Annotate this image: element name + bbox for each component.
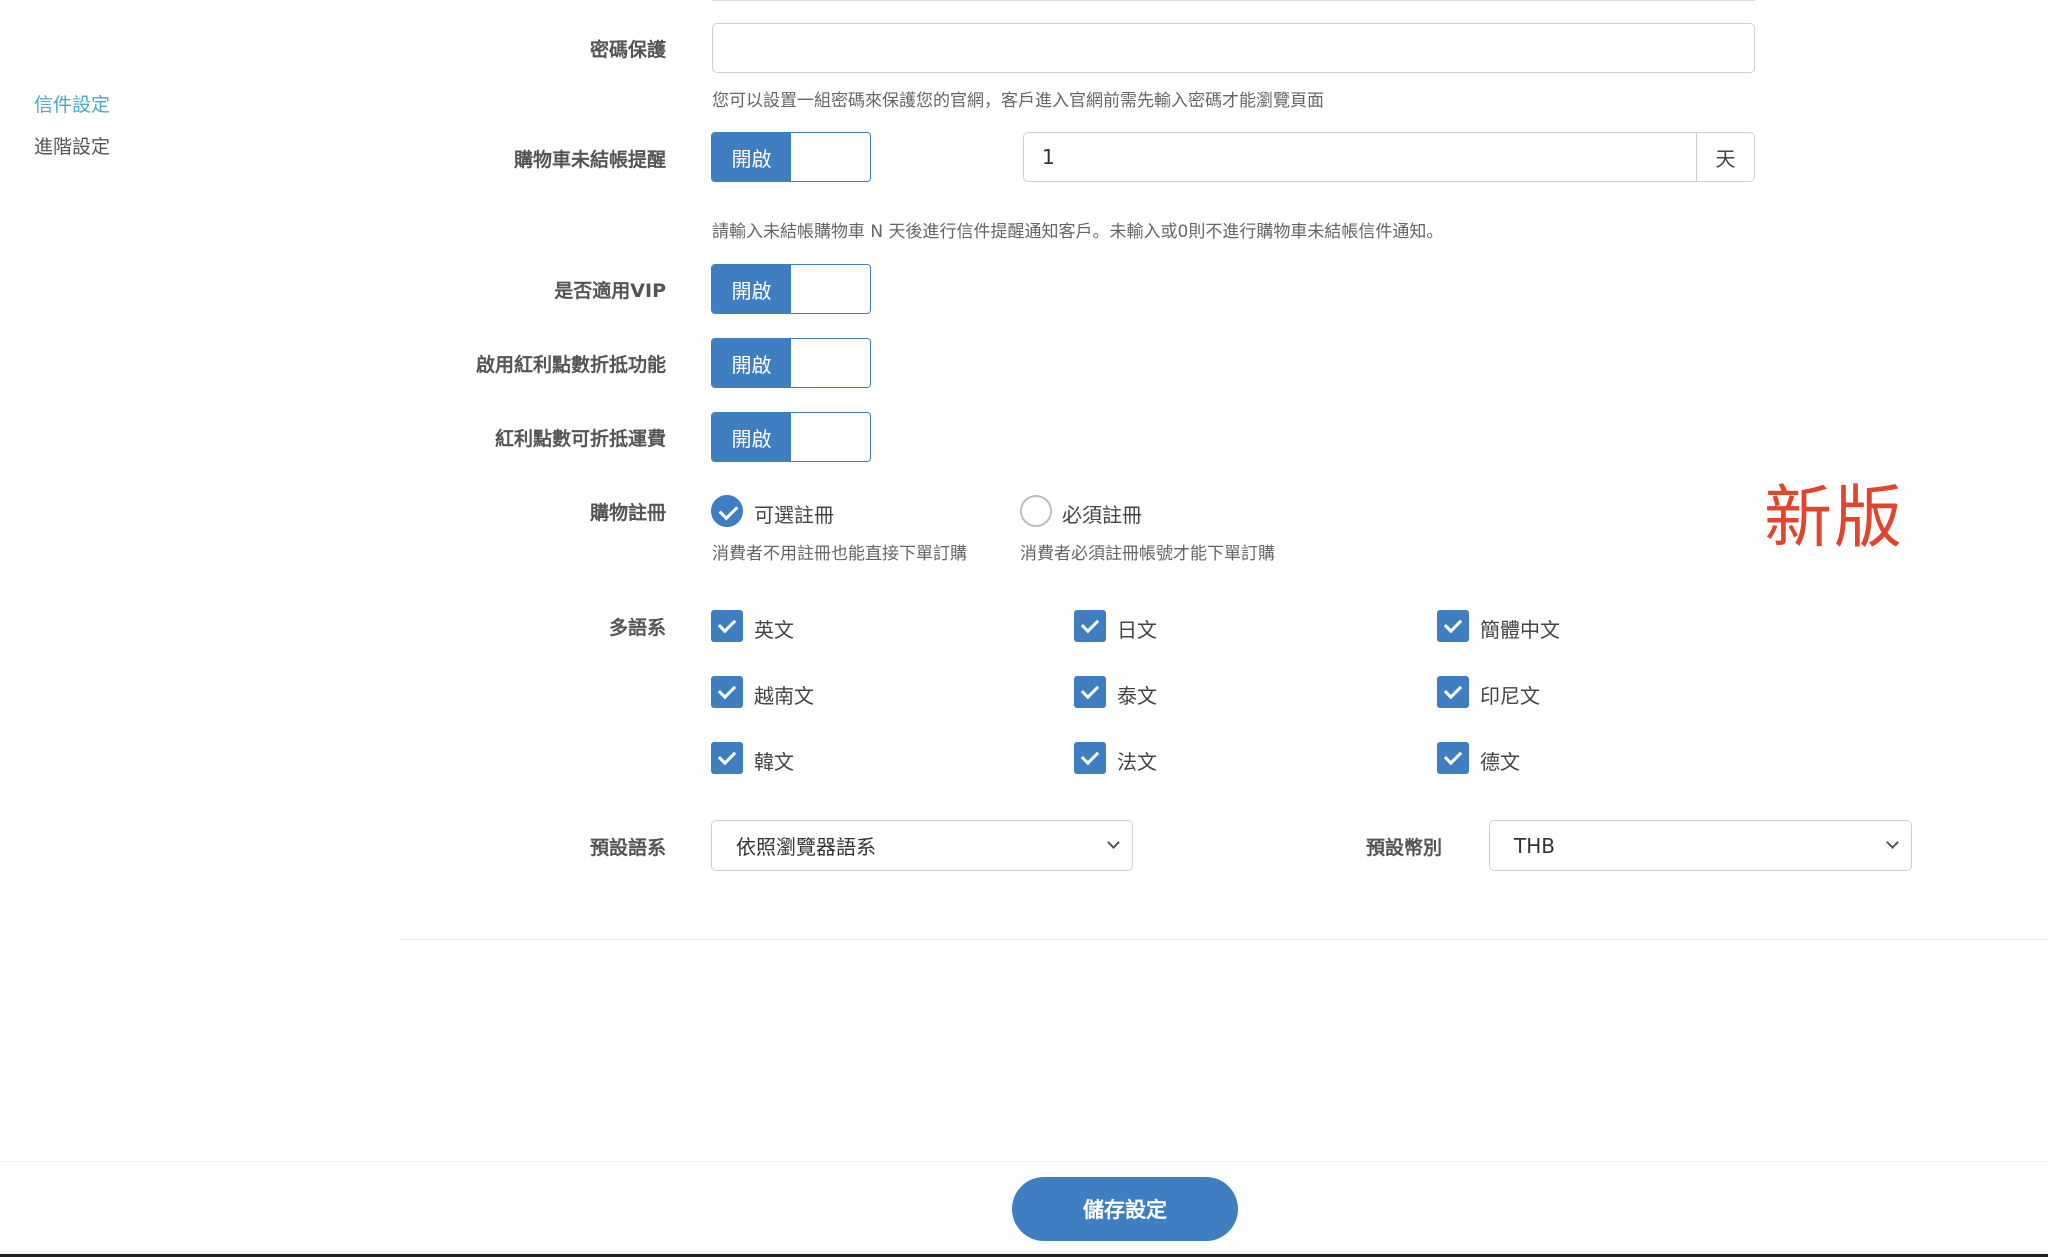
vip-toggle[interactable]: 開啟 bbox=[711, 264, 871, 314]
checkbox-thai[interactable] bbox=[1074, 676, 1106, 708]
new-version-annotation: 新版 bbox=[1764, 479, 1905, 558]
password-help: 您可以設置一組密碼來保護您的官網，客戶進入官網前需先輸入密碼才能瀏覽頁面 bbox=[712, 91, 1324, 111]
bonus-points-label: 啟用紅利點數折抵功能 bbox=[475, 354, 666, 376]
cart-reminder-help: 請輸入未結帳購物車 N 天後進行信件提醒通知客戶。未輸入或0則不進行購物車未結帳… bbox=[712, 222, 1444, 242]
toggle-off-area bbox=[791, 413, 870, 461]
checkbox-simplified-chinese[interactable] bbox=[1437, 610, 1469, 642]
cart-reminder-days-input[interactable]: 1 bbox=[1024, 133, 1696, 181]
language-label-french[interactable]: 法文 bbox=[1117, 746, 1157, 775]
default-currency-label: 預設幣別 bbox=[1366, 837, 1443, 859]
checkbox-vietnamese[interactable] bbox=[711, 676, 743, 708]
language-label-german[interactable]: 德文 bbox=[1480, 746, 1520, 775]
default-language-value: 依照瀏覽器語系 bbox=[736, 835, 876, 859]
toggle-off-area bbox=[791, 133, 870, 181]
toggle-on-label: 開啟 bbox=[712, 133, 791, 181]
language-label-simplified-chinese[interactable]: 簡體中文 bbox=[1480, 614, 1560, 643]
language-label-indonesian[interactable]: 印尼文 bbox=[1480, 680, 1540, 709]
save-button[interactable]: 儲存設定 bbox=[1012, 1177, 1238, 1241]
default-currency-value: THB bbox=[1514, 833, 1555, 858]
toggle-off-area bbox=[791, 265, 870, 313]
optional-registration-label[interactable]: 可選註冊 bbox=[754, 499, 834, 528]
form-bottom-divider bbox=[400, 939, 2048, 940]
language-label-thai[interactable]: 泰文 bbox=[1117, 680, 1157, 709]
language-label-korean[interactable]: 韓文 bbox=[754, 746, 794, 775]
required-registration-desc: 消費者必須註冊帳號才能下單訂購 bbox=[1020, 544, 1275, 564]
required-registration-label[interactable]: 必須註冊 bbox=[1062, 499, 1142, 528]
section-divider bbox=[712, 0, 1755, 1]
toggle-on-label: 開啟 bbox=[712, 339, 791, 387]
bonus-shipping-toggle[interactable]: 開啟 bbox=[711, 412, 871, 462]
language-label-english[interactable]: 英文 bbox=[754, 614, 794, 643]
checkbox-korean[interactable] bbox=[711, 742, 743, 774]
checkbox-french[interactable] bbox=[1074, 742, 1106, 774]
radio-required-registration[interactable] bbox=[1020, 495, 1052, 527]
default-currency-select[interactable]: THB bbox=[1489, 820, 1912, 871]
default-language-select[interactable]: 依照瀏覽器語系 bbox=[711, 820, 1133, 871]
cart-reminder-label: 購物車未結帳提醒 bbox=[513, 149, 666, 171]
languages-label: 多語系 bbox=[608, 617, 666, 639]
bonus-shipping-label: 紅利點數可折抵運費 bbox=[494, 428, 666, 450]
registration-label: 購物註冊 bbox=[589, 502, 666, 524]
sidebar-item-mail-settings[interactable]: 信件設定 bbox=[34, 90, 110, 117]
toggle-off-area bbox=[791, 339, 870, 387]
toggle-on-label: 開啟 bbox=[712, 413, 791, 461]
chevron-down-icon bbox=[1886, 836, 1899, 849]
checkbox-english[interactable] bbox=[711, 610, 743, 642]
language-label-japanese[interactable]: 日文 bbox=[1117, 614, 1157, 643]
bonus-points-toggle[interactable]: 開啟 bbox=[711, 338, 871, 388]
radio-optional-registration[interactable] bbox=[711, 495, 743, 527]
sidebar-item-advanced-settings[interactable]: 進階設定 bbox=[34, 132, 110, 159]
optional-registration-desc: 消費者不用註冊也能直接下單訂購 bbox=[712, 544, 967, 564]
days-unit: 天 bbox=[1696, 133, 1754, 181]
password-input[interactable] bbox=[712, 23, 1755, 73]
toggle-on-label: 開啟 bbox=[712, 265, 791, 313]
checkbox-indonesian[interactable] bbox=[1437, 676, 1469, 708]
cart-reminder-days-group: 1 天 bbox=[1023, 132, 1755, 182]
default-language-label: 預設語系 bbox=[589, 837, 666, 859]
vip-label: 是否適用VIP bbox=[554, 280, 666, 302]
checkbox-japanese[interactable] bbox=[1074, 610, 1106, 642]
cart-reminder-toggle[interactable]: 開啟 bbox=[711, 132, 871, 182]
language-label-vietnamese[interactable]: 越南文 bbox=[754, 680, 814, 709]
checkbox-german[interactable] bbox=[1437, 742, 1469, 774]
chevron-down-icon bbox=[1107, 836, 1120, 849]
password-label: 密碼保護 bbox=[589, 39, 666, 61]
